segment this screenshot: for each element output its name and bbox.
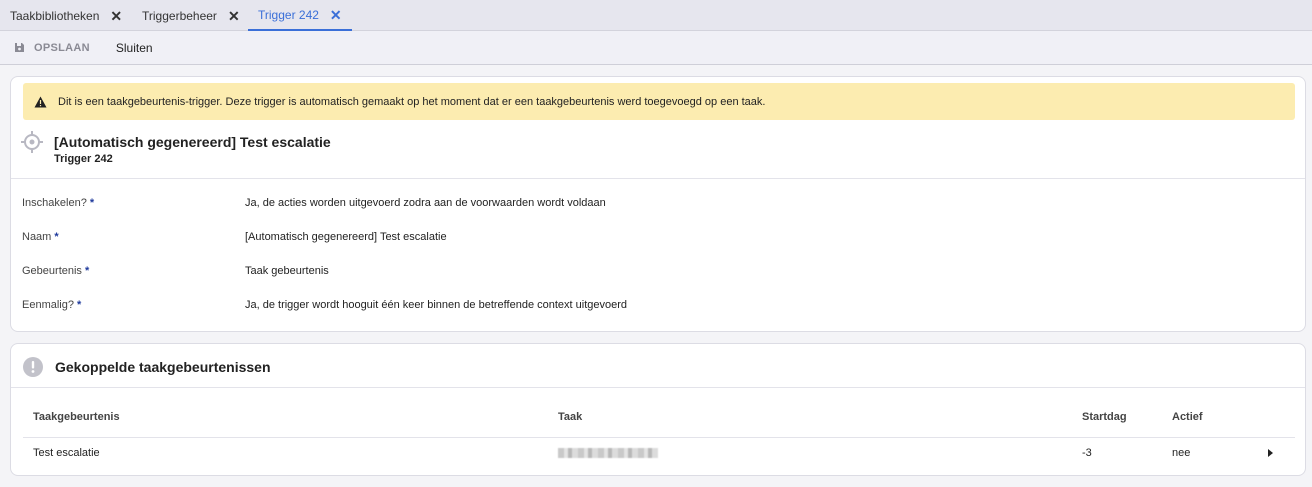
column-header[interactable]: Startdag — [1082, 411, 1127, 423]
divider — [11, 387, 1305, 388]
column-header[interactable]: Taakgebeurtenis — [33, 411, 120, 423]
field-label: Gebeurtenis * — [22, 265, 90, 277]
divider — [23, 437, 1295, 438]
alert-circle-icon — [23, 357, 43, 377]
section-title: Gekoppelde taakgebeurtenissen — [55, 359, 271, 375]
field-eenmalig: Eenmalig? * Ja, de trigger wordt hooguit … — [22, 295, 1222, 315]
field-label: Naam * — [22, 231, 59, 243]
close-icon[interactable]: ✕ — [110, 9, 122, 23]
caret-right-icon[interactable] — [1268, 449, 1273, 457]
tab-triggerbeheer[interactable]: Triggerbeheer ✕ — [132, 0, 248, 31]
field-naam: Naam * [Automatisch gegenereerd] Test esc… — [22, 227, 1222, 247]
toolbar: OPSLAAN Sluiten — [0, 31, 1312, 65]
tab-label: Taakbibliotheken — [10, 8, 100, 23]
linked-events-card: Gekoppelde taakgebeurtenissen Taakgebeur… — [10, 343, 1306, 476]
field-value[interactable]: Ja, de trigger wordt hooguit één keer bi… — [245, 299, 627, 311]
column-header[interactable]: Actief — [1172, 411, 1203, 423]
divider — [11, 178, 1305, 179]
trigger-header: [Automatisch gegenereerd] Test escalatie… — [21, 131, 921, 171]
cell-actief: nee — [1172, 447, 1191, 459]
trigger-details-card: Dit is een taakgebeurtenis-trigger. Deze… — [10, 76, 1306, 332]
warning-banner: Dit is een taakgebeurtenis-trigger. Deze… — [23, 83, 1295, 120]
close-icon[interactable]: ✕ — [228, 9, 240, 23]
save-icon — [15, 43, 24, 52]
tab-bar: Taakbibliotheken ✕ Triggerbeheer ✕ Trigg… — [0, 0, 1312, 31]
crosshair-icon — [21, 131, 43, 153]
close-icon[interactable]: ✕ — [330, 8, 342, 22]
field-gebeurtenis: Gebeurtenis * Taak gebeurtenis — [22, 261, 1222, 281]
tab-label: Trigger 242 — [258, 7, 319, 22]
save-button[interactable]: OPSLAAN — [14, 42, 90, 54]
warning-icon — [34, 96, 47, 107]
save-label: OPSLAAN — [34, 41, 90, 54]
cell-taakgebeurtenis: Test escalatie — [33, 447, 100, 459]
close-button[interactable]: Sluiten — [116, 41, 153, 55]
page-title: [Automatisch gegenereerd] Test escalatie — [54, 134, 331, 150]
table-row[interactable]: Test escalatie -3 nee — [23, 443, 1295, 465]
column-header[interactable]: Taak — [558, 411, 582, 423]
field-value[interactable]: [Automatisch gegenereerd] Test escalatie — [245, 231, 447, 243]
warning-text: Dit is een taakgebeurtenis-trigger. Deze… — [58, 95, 766, 108]
page-subtitle: Trigger 242 — [54, 153, 113, 165]
field-inschakelen: Inschakelen? * Ja, de acties worden uitge… — [22, 193, 1222, 213]
tab-taakbibliotheken[interactable]: Taakbibliotheken ✕ — [0, 0, 132, 31]
field-label: Eenmalig? * — [22, 299, 82, 311]
cell-startdag: -3 — [1082, 447, 1092, 459]
field-value[interactable]: Taak gebeurtenis — [245, 265, 329, 277]
linked-events-header: Gekoppelde taakgebeurtenissen — [23, 354, 623, 380]
field-value[interactable]: Ja, de acties worden uitgevoerd zodra aa… — [245, 197, 606, 209]
table-header: Taakgebeurtenis Taak Startdag Actief — [23, 407, 1295, 429]
tab-label: Triggerbeheer — [142, 8, 217, 23]
tab-trigger-242[interactable]: Trigger 242 ✕ — [248, 0, 352, 31]
cell-taak-redacted — [558, 447, 658, 461]
field-label: Inschakelen? * — [22, 197, 95, 209]
